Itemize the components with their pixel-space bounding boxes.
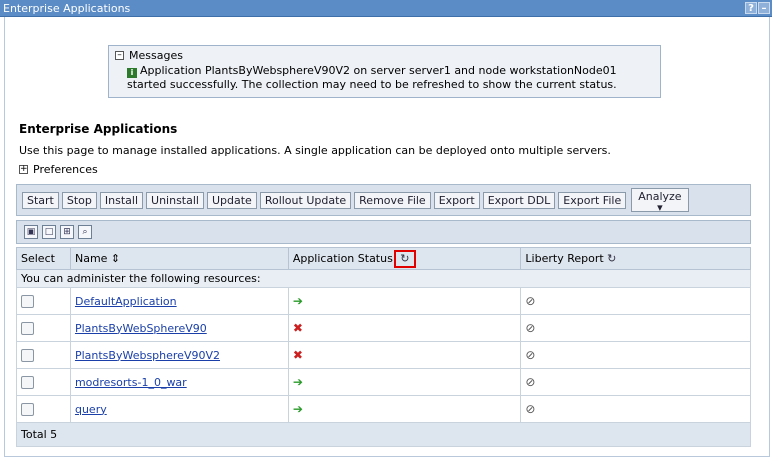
minimize-button[interactable]: – xyxy=(758,2,770,14)
row-checkbox[interactable] xyxy=(21,294,34,308)
messages-panel: – Messages i Application PlantsByWebspher… xyxy=(108,45,661,98)
row-checkbox[interactable] xyxy=(21,348,34,362)
stopped-status-icon: ✖ xyxy=(292,321,303,335)
rollout-update-button[interactable]: Rollout Update xyxy=(259,191,352,209)
page-description: Use this page to manage installed applic… xyxy=(19,144,611,157)
table-icon-toolbar: ▣ □ ⊞ ⌕ xyxy=(16,220,751,244)
row-checkbox[interactable] xyxy=(21,321,34,335)
select-column-header: Select xyxy=(16,247,71,270)
table-row: DefaultApplication ➔ ⊘ xyxy=(16,287,751,315)
total-count: Total 5 xyxy=(16,422,751,447)
row-checkbox[interactable] xyxy=(21,375,34,389)
refresh-status-icon[interactable]: ↻ xyxy=(393,249,416,268)
stop-button[interactable]: Stop xyxy=(61,191,97,209)
select-all-icon[interactable]: ▣ xyxy=(24,225,38,239)
chevron-down-icon: ▾ xyxy=(657,201,663,214)
row-checkbox[interactable] xyxy=(21,402,34,416)
resources-caption: You can administer the following resourc… xyxy=(16,269,751,288)
table-subheader-row: You can administer the following resourc… xyxy=(16,269,751,288)
export-ddl-button[interactable]: Export DDL xyxy=(482,191,556,209)
action-toolbar: Start Stop Install Uninstall Update Roll… xyxy=(16,184,751,216)
table-total-row: Total 5 xyxy=(16,422,751,447)
not-available-icon: ⊘ xyxy=(525,348,536,362)
liberty-report-column-header: Liberty Report ↻ xyxy=(520,247,751,270)
table-row: PlantsByWebsphereV90V2 ✖ ⊘ xyxy=(16,341,751,369)
running-status-icon: ➔ xyxy=(292,294,303,308)
analyze-button[interactable]: Analyze ▾ xyxy=(631,188,689,214)
export-file-button[interactable]: Export File xyxy=(558,191,627,209)
preferences-toggle[interactable]: + Preferences xyxy=(19,163,98,176)
running-status-icon: ➔ xyxy=(292,375,303,389)
messages-header: Messages xyxy=(129,48,183,62)
deselect-all-icon[interactable]: □ xyxy=(42,225,56,239)
update-button[interactable]: Update xyxy=(206,191,257,209)
table-row: modresorts-1_0_war ➔ ⊘ xyxy=(16,368,751,396)
window-titlebar: Enterprise Applications ? – xyxy=(0,0,772,17)
app-link[interactable]: PlantsByWebsphereV90V2 xyxy=(75,349,220,362)
running-status-icon: ➔ xyxy=(292,402,303,416)
refresh-liberty-icon[interactable]: ↻ xyxy=(607,252,616,265)
table-row: query ➔ ⊘ xyxy=(16,395,751,423)
table-row: PlantsByWebSphereV90 ✖ ⊘ xyxy=(16,314,751,342)
install-button[interactable]: Install xyxy=(99,191,144,209)
applications-table: Select Name ⇕ Application Status ↻ Libert… xyxy=(16,247,751,447)
remove-file-button[interactable]: Remove File xyxy=(354,191,431,209)
info-icon: i xyxy=(127,68,137,78)
preferences-label: Preferences xyxy=(33,163,98,176)
table-header-row: Select Name ⇕ Application Status ↻ Libert… xyxy=(16,247,751,270)
clear-filter-icon[interactable]: ⌕ xyxy=(78,225,92,239)
export-button[interactable]: Export xyxy=(433,191,480,209)
status-column-header: Application Status ↻ xyxy=(287,247,522,270)
start-button[interactable]: Start xyxy=(22,191,59,209)
collapse-messages-icon[interactable]: – xyxy=(115,50,124,60)
app-link[interactable]: query xyxy=(75,403,107,416)
uninstall-button[interactable]: Uninstall xyxy=(146,191,204,209)
message-text: i Application PlantsByWebsphereV90V2 on s… xyxy=(115,64,654,92)
sort-icon[interactable]: ⇕ xyxy=(111,252,120,265)
name-column-header[interactable]: Name ⇕ xyxy=(69,247,289,270)
expand-icon: + xyxy=(19,164,28,174)
page-title: Enterprise Applications xyxy=(19,122,178,136)
show-filter-icon[interactable]: ⊞ xyxy=(60,225,74,239)
stopped-status-icon: ✖ xyxy=(292,348,303,362)
window-title: Enterprise Applications xyxy=(3,2,131,15)
app-link[interactable]: modresorts-1_0_war xyxy=(75,376,187,389)
not-available-icon: ⊘ xyxy=(525,321,536,335)
not-available-icon: ⊘ xyxy=(525,294,536,308)
help-button[interactable]: ? xyxy=(745,2,757,14)
message-content: Application PlantsByWebsphereV90V2 on se… xyxy=(127,64,617,91)
app-link[interactable]: PlantsByWebSphereV90 xyxy=(75,322,207,335)
app-link[interactable]: DefaultApplication xyxy=(75,295,177,308)
not-available-icon: ⊘ xyxy=(525,402,536,416)
not-available-icon: ⊘ xyxy=(525,375,536,389)
